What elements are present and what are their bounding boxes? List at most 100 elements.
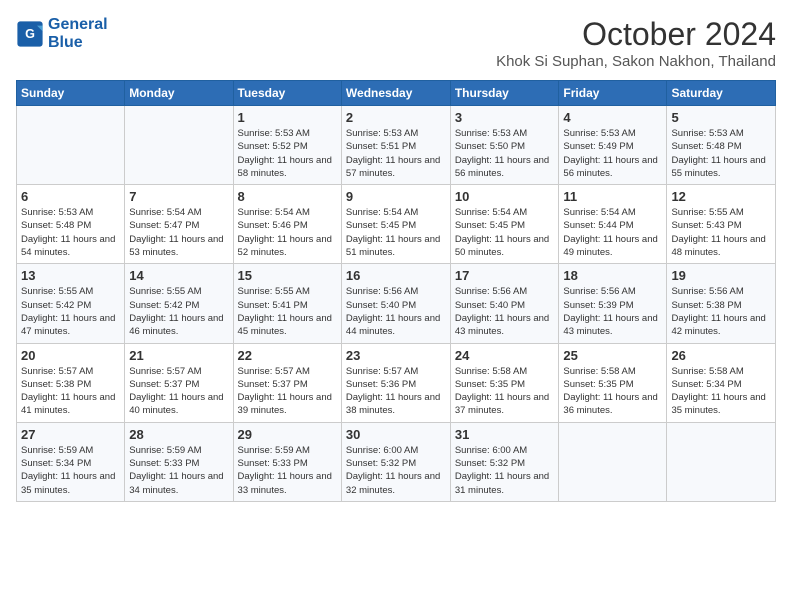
day-number: 25 xyxy=(563,348,662,363)
sunset-text: Sunset: 5:42 PM xyxy=(21,300,91,311)
day-info: Sunrise: 5:53 AM Sunset: 5:48 PM Dayligh… xyxy=(21,206,120,259)
day-number: 3 xyxy=(455,110,555,125)
sunset-text: Sunset: 5:33 PM xyxy=(238,458,308,469)
sunset-text: Sunset: 5:37 PM xyxy=(129,379,199,390)
sunrise-text: Sunrise: 5:55 AM xyxy=(671,207,743,218)
calendar-cell xyxy=(559,422,667,501)
day-info: Sunrise: 5:54 AM Sunset: 5:44 PM Dayligh… xyxy=(563,206,662,259)
daylight-text: Daylight: 11 hours and 48 minutes. xyxy=(671,234,765,258)
day-info: Sunrise: 5:57 AM Sunset: 5:38 PM Dayligh… xyxy=(21,365,120,418)
calendar-table: SundayMondayTuesdayWednesdayThursdayFrid… xyxy=(16,80,776,502)
day-number: 4 xyxy=(563,110,662,125)
daylight-text: Daylight: 11 hours and 33 minutes. xyxy=(238,471,332,495)
calendar-cell: 5 Sunrise: 5:53 AM Sunset: 5:48 PM Dayli… xyxy=(667,106,776,185)
day-number: 7 xyxy=(129,189,228,204)
sunset-text: Sunset: 5:33 PM xyxy=(129,458,199,469)
day-number: 9 xyxy=(346,189,446,204)
daylight-text: Daylight: 11 hours and 35 minutes. xyxy=(671,392,765,416)
day-info: Sunrise: 5:55 AM Sunset: 5:42 PM Dayligh… xyxy=(129,285,228,338)
day-number: 1 xyxy=(238,110,337,125)
sunrise-text: Sunrise: 6:00 AM xyxy=(346,445,418,456)
daylight-text: Daylight: 11 hours and 56 minutes. xyxy=(563,155,657,179)
calendar-week-row: 6 Sunrise: 5:53 AM Sunset: 5:48 PM Dayli… xyxy=(17,185,776,264)
sunrise-text: Sunrise: 5:54 AM xyxy=(455,207,527,218)
day-number: 26 xyxy=(671,348,771,363)
calendar-cell: 25 Sunrise: 5:58 AM Sunset: 5:35 PM Dayl… xyxy=(559,343,667,422)
daylight-text: Daylight: 11 hours and 32 minutes. xyxy=(346,471,440,495)
calendar-cell: 31 Sunrise: 6:00 AM Sunset: 5:32 PM Dayl… xyxy=(450,422,559,501)
day-number: 10 xyxy=(455,189,555,204)
sunrise-text: Sunrise: 5:58 AM xyxy=(563,366,635,377)
daylight-text: Daylight: 11 hours and 39 minutes. xyxy=(238,392,332,416)
sunset-text: Sunset: 5:42 PM xyxy=(129,300,199,311)
sunset-text: Sunset: 5:35 PM xyxy=(563,379,633,390)
calendar-cell xyxy=(17,106,125,185)
weekday-header: Wednesday xyxy=(341,81,450,106)
sunrise-text: Sunrise: 5:53 AM xyxy=(346,128,418,139)
day-info: Sunrise: 5:56 AM Sunset: 5:40 PM Dayligh… xyxy=(455,285,555,338)
page-header: G General Blue October 2024 Khok Si Suph… xyxy=(16,16,776,70)
svg-text:G: G xyxy=(25,27,35,41)
calendar-cell: 20 Sunrise: 5:57 AM Sunset: 5:38 PM Dayl… xyxy=(17,343,125,422)
sunset-text: Sunset: 5:37 PM xyxy=(238,379,308,390)
sunrise-text: Sunrise: 6:00 AM xyxy=(455,445,527,456)
sunrise-text: Sunrise: 5:59 AM xyxy=(129,445,201,456)
sunrise-text: Sunrise: 5:53 AM xyxy=(671,128,743,139)
sunrise-text: Sunrise: 5:58 AM xyxy=(671,366,743,377)
calendar-cell: 27 Sunrise: 5:59 AM Sunset: 5:34 PM Dayl… xyxy=(17,422,125,501)
day-number: 28 xyxy=(129,427,228,442)
day-number: 5 xyxy=(671,110,771,125)
sunrise-text: Sunrise: 5:56 AM xyxy=(563,286,635,297)
sunset-text: Sunset: 5:48 PM xyxy=(21,220,91,231)
calendar-cell: 11 Sunrise: 5:54 AM Sunset: 5:44 PM Dayl… xyxy=(559,185,667,264)
calendar-cell: 2 Sunrise: 5:53 AM Sunset: 5:51 PM Dayli… xyxy=(341,106,450,185)
calendar-cell: 13 Sunrise: 5:55 AM Sunset: 5:42 PM Dayl… xyxy=(17,264,125,343)
daylight-text: Daylight: 11 hours and 44 minutes. xyxy=(346,313,440,337)
daylight-text: Daylight: 11 hours and 41 minutes. xyxy=(21,392,115,416)
day-info: Sunrise: 5:54 AM Sunset: 5:46 PM Dayligh… xyxy=(238,206,337,259)
logo-icon: G xyxy=(16,20,44,48)
logo-line1: General xyxy=(48,16,108,33)
day-number: 27 xyxy=(21,427,120,442)
day-info: Sunrise: 5:55 AM Sunset: 5:41 PM Dayligh… xyxy=(238,285,337,338)
daylight-text: Daylight: 11 hours and 45 minutes. xyxy=(238,313,332,337)
sunset-text: Sunset: 5:52 PM xyxy=(238,141,308,152)
day-number: 18 xyxy=(563,268,662,283)
day-number: 21 xyxy=(129,348,228,363)
sunrise-text: Sunrise: 5:53 AM xyxy=(21,207,93,218)
sunset-text: Sunset: 5:35 PM xyxy=(455,379,525,390)
day-info: Sunrise: 5:57 AM Sunset: 5:37 PM Dayligh… xyxy=(238,365,337,418)
day-number: 19 xyxy=(671,268,771,283)
daylight-text: Daylight: 11 hours and 51 minutes. xyxy=(346,234,440,258)
sunset-text: Sunset: 5:39 PM xyxy=(563,300,633,311)
sunset-text: Sunset: 5:49 PM xyxy=(563,141,633,152)
daylight-text: Daylight: 11 hours and 34 minutes. xyxy=(129,471,223,495)
day-info: Sunrise: 5:53 AM Sunset: 5:52 PM Dayligh… xyxy=(238,127,337,180)
daylight-text: Daylight: 11 hours and 50 minutes. xyxy=(455,234,549,258)
calendar-cell: 8 Sunrise: 5:54 AM Sunset: 5:46 PM Dayli… xyxy=(233,185,341,264)
calendar-cell: 30 Sunrise: 6:00 AM Sunset: 5:32 PM Dayl… xyxy=(341,422,450,501)
sunrise-text: Sunrise: 5:57 AM xyxy=(346,366,418,377)
calendar-cell: 6 Sunrise: 5:53 AM Sunset: 5:48 PM Dayli… xyxy=(17,185,125,264)
day-number: 2 xyxy=(346,110,446,125)
calendar-cell: 4 Sunrise: 5:53 AM Sunset: 5:49 PM Dayli… xyxy=(559,106,667,185)
day-info: Sunrise: 5:56 AM Sunset: 5:38 PM Dayligh… xyxy=(671,285,771,338)
sunset-text: Sunset: 5:45 PM xyxy=(455,220,525,231)
calendar-cell: 9 Sunrise: 5:54 AM Sunset: 5:45 PM Dayli… xyxy=(341,185,450,264)
calendar-cell: 29 Sunrise: 5:59 AM Sunset: 5:33 PM Dayl… xyxy=(233,422,341,501)
daylight-text: Daylight: 11 hours and 37 minutes. xyxy=(455,392,549,416)
calendar-week-row: 27 Sunrise: 5:59 AM Sunset: 5:34 PM Dayl… xyxy=(17,422,776,501)
sunset-text: Sunset: 5:45 PM xyxy=(346,220,416,231)
sunrise-text: Sunrise: 5:59 AM xyxy=(238,445,310,456)
day-number: 15 xyxy=(238,268,337,283)
sunset-text: Sunset: 5:44 PM xyxy=(563,220,633,231)
day-info: Sunrise: 6:00 AM Sunset: 5:32 PM Dayligh… xyxy=(455,444,555,497)
sunrise-text: Sunrise: 5:54 AM xyxy=(238,207,310,218)
calendar-cell: 15 Sunrise: 5:55 AM Sunset: 5:41 PM Dayl… xyxy=(233,264,341,343)
calendar-cell: 1 Sunrise: 5:53 AM Sunset: 5:52 PM Dayli… xyxy=(233,106,341,185)
logo: G General Blue xyxy=(16,16,108,51)
day-number: 22 xyxy=(238,348,337,363)
weekday-header: Friday xyxy=(559,81,667,106)
daylight-text: Daylight: 11 hours and 53 minutes. xyxy=(129,234,223,258)
sunrise-text: Sunrise: 5:59 AM xyxy=(21,445,93,456)
